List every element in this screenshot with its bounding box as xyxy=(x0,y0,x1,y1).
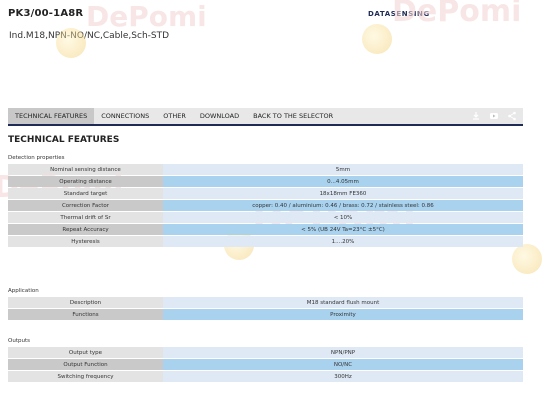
watermark-logo-icon xyxy=(362,24,392,54)
download-icon[interactable] xyxy=(471,111,481,121)
row-value: 300Hz xyxy=(163,371,523,382)
watermark: DePomi xyxy=(86,0,207,33)
row-value: M18 standard flush mount xyxy=(163,297,523,308)
row-label: Repeat Accuracy xyxy=(8,224,163,235)
product-description: Ind.M18,NPN-NO/NC,Cable,Sch-STD xyxy=(9,31,170,41)
brand-logo: DATASENSING xyxy=(368,10,430,18)
application-table: Description M18 standard flush mount Fun… xyxy=(8,296,523,321)
table-row: Functions Proximity xyxy=(8,309,523,320)
table-row: Hysteresis 1....20% xyxy=(8,236,523,247)
row-value: 0...4.05mm xyxy=(163,176,523,187)
tab-back-to-selector[interactable]: BACK TO THE SELECTOR xyxy=(246,108,340,124)
row-label: Standard target xyxy=(8,188,163,199)
tab-actions xyxy=(471,111,523,121)
section-title: TECHNICAL FEATURES xyxy=(8,135,120,145)
table-row: Output type NPN/PNP xyxy=(8,347,523,358)
tab-other[interactable]: OTHER xyxy=(156,108,193,124)
table-row: Switching frequency 300Hz xyxy=(8,371,523,382)
share-icon[interactable] xyxy=(507,111,517,121)
group-label-outputs: Outputs xyxy=(8,338,30,344)
table-row: Thermal drift of Sr < 10% xyxy=(8,212,523,223)
row-value: 5mm xyxy=(163,164,523,175)
row-value: < 5% (UB 24V Ta=23°C ±5°C) xyxy=(163,224,523,235)
row-value: Proximity xyxy=(163,309,523,320)
row-value: copper: 0.40 / aluminium: 0.46 / brass: … xyxy=(163,200,523,211)
row-value: NPN/PNP xyxy=(163,347,523,358)
group-label-application: Application xyxy=(8,288,39,294)
table-row: Operating distance 0...4.05mm xyxy=(8,176,523,187)
table-row: Correction Factor copper: 0.40 / alumini… xyxy=(8,200,523,211)
outputs-table: Output type NPN/PNP Output Function NO/N… xyxy=(8,346,523,383)
row-label: Switching frequency xyxy=(8,371,163,382)
row-value: 18x18mm FE360 xyxy=(163,188,523,199)
row-value: NO/NC xyxy=(163,359,523,370)
tab-connections[interactable]: CONNECTIONS xyxy=(94,108,156,124)
product-code: PK3/00-1A8R xyxy=(8,8,84,19)
row-label: Hysteresis xyxy=(8,236,163,247)
tab-bar: TECHNICAL FEATURES CONNECTIONS OTHER DOW… xyxy=(8,108,523,126)
table-row: Repeat Accuracy < 5% (UB 24V Ta=23°C ±5°… xyxy=(8,224,523,235)
tab-download[interactable]: DOWNLOAD xyxy=(193,108,246,124)
table-row: Description M18 standard flush mount xyxy=(8,297,523,308)
row-value: 1....20% xyxy=(163,236,523,247)
row-value: < 10% xyxy=(163,212,523,223)
group-label-detection: Detection properties xyxy=(8,155,65,161)
row-label: Functions xyxy=(8,309,163,320)
table-row: Nominal sensing distance 5mm xyxy=(8,164,523,175)
row-label: Correction Factor xyxy=(8,200,163,211)
row-label: Operating distance xyxy=(8,176,163,187)
row-label: Description xyxy=(8,297,163,308)
detection-properties-table: Nominal sensing distance 5mm Operating d… xyxy=(8,163,523,248)
row-label: Nominal sensing distance xyxy=(8,164,163,175)
row-label: Output Function xyxy=(8,359,163,370)
table-row: Standard target 18x18mm FE360 xyxy=(8,188,523,199)
watermark-logo-icon xyxy=(512,244,542,274)
row-label: Output type xyxy=(8,347,163,358)
table-row: Output Function NO/NC xyxy=(8,359,523,370)
row-label: Thermal drift of Sr xyxy=(8,212,163,223)
tab-technical-features[interactable]: TECHNICAL FEATURES xyxy=(8,108,95,124)
video-icon[interactable] xyxy=(489,111,499,121)
